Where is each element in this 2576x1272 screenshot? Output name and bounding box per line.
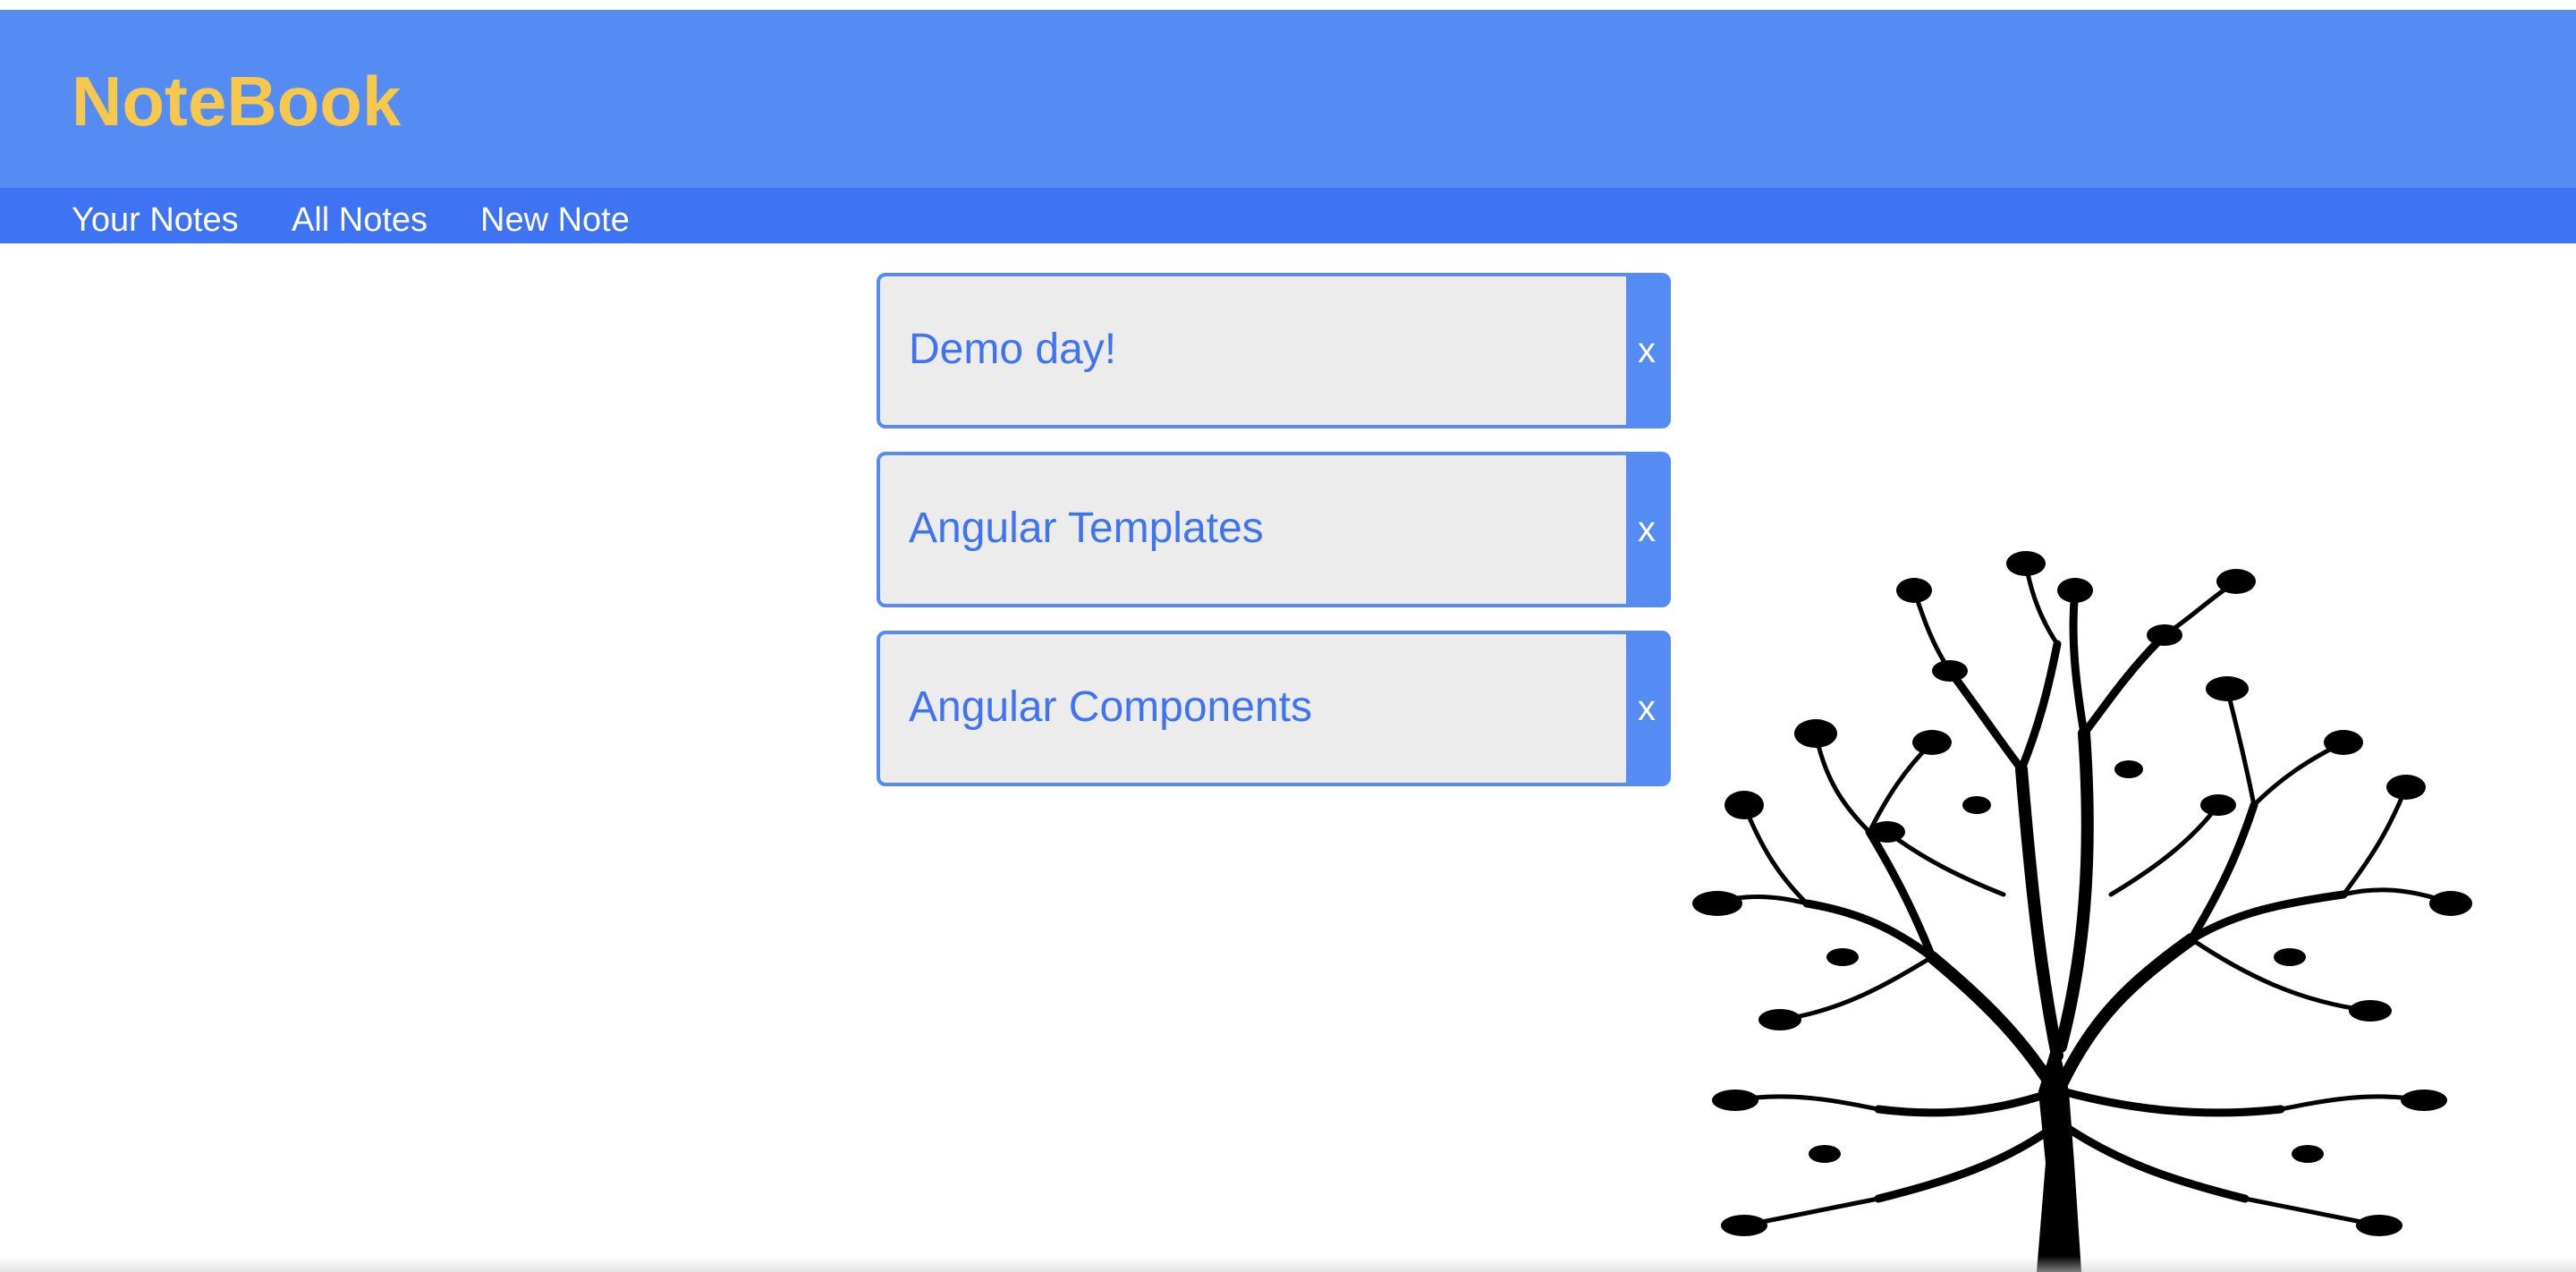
nav-your-notes[interactable]: Your Notes — [72, 200, 239, 240]
note-open-area[interactable]: Angular Components — [880, 634, 1626, 783]
nav-new-note[interactable]: New Note — [480, 200, 630, 240]
bottom-shadow — [0, 1256, 2576, 1272]
note-card: Angular Templates x — [877, 452, 1671, 607]
note-open-area[interactable]: Demo day! — [880, 276, 1626, 425]
nav-all-notes[interactable]: All Notes — [292, 200, 428, 240]
note-title: Angular Components — [909, 683, 1312, 731]
brand-logo[interactable]: NoteBook — [72, 56, 401, 146]
note-delete-button[interactable]: x — [1626, 276, 1667, 425]
note-open-area[interactable]: Angular Templates — [880, 455, 1626, 604]
page: NoteBook Your Notes All Notes New Note D… — [0, 0, 2576, 1272]
top-strip — [0, 0, 2576, 10]
app-header: NoteBook — [0, 10, 2576, 188]
note-card: Demo day! x — [877, 273, 1671, 428]
tree-silhouette-icon — [1692, 551, 2472, 1272]
note-title: Demo day! — [909, 326, 1117, 373]
note-card: Angular Components x — [877, 631, 1671, 786]
note-delete-button[interactable]: x — [1626, 455, 1667, 604]
note-delete-button[interactable]: x — [1626, 634, 1667, 783]
notes-list: Demo day! x Angular Templates x Angular … — [877, 273, 1671, 810]
nav-bar: Your Notes All Notes New Note — [0, 188, 2576, 243]
note-title: Angular Templates — [909, 505, 1264, 552]
